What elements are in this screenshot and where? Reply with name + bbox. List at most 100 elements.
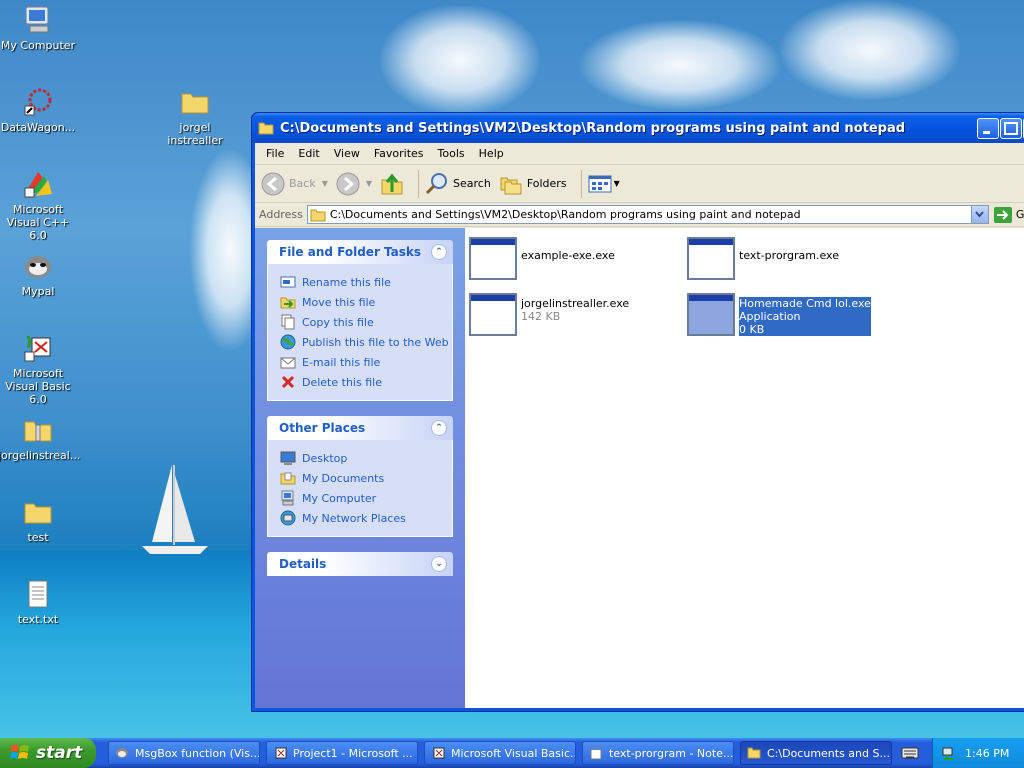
start-label: start (36, 743, 83, 763)
taskbar-button-notepad[interactable]: text-prorgram - Note... (582, 741, 734, 765)
place-label: My Documents (302, 471, 385, 485)
desktop-icon-my-computer[interactable]: My Computer (0, 4, 78, 52)
task-label: Copy this file (302, 315, 374, 329)
place-desktop-link[interactable]: Desktop (280, 448, 452, 468)
email-icon (280, 357, 296, 369)
file-label: jorgelinstrealler.exe 142 KB (521, 293, 629, 323)
menu-help[interactable]: Help (472, 147, 511, 160)
task-label: Delete this file (302, 375, 382, 389)
desktop-icon-visual-cpp[interactable]: Microsoft Visual C++ 6.0 (0, 168, 78, 242)
minimize-icon (983, 131, 990, 134)
delete-icon (281, 375, 295, 389)
delete-file-link[interactable]: Delete this file (280, 372, 452, 392)
back-label: Back (289, 177, 316, 190)
place-network-link[interactable]: My Network Places (280, 508, 452, 528)
zip-folder-icon (24, 421, 52, 442)
file-item-jorgelinstrealler[interactable]: jorgelinstrealler.exe 142 KB (469, 293, 629, 336)
copy-file-link[interactable]: Copy this file (280, 312, 452, 332)
taskbar-button-project1[interactable]: Project1 - Microsoft ... (266, 741, 418, 765)
task-label: Rename this file (302, 275, 391, 289)
move-icon (280, 297, 296, 309)
file-name: text-prorgram.exe (739, 249, 839, 262)
address-dropdown[interactable] (970, 206, 988, 223)
file-folder-tasks-header[interactable]: File and Folder Tasks ⌃ (267, 240, 453, 264)
back-button[interactable]: Back ▼ (261, 172, 328, 196)
chevron-down-icon (975, 211, 984, 218)
task-pane: File and Folder Tasks ⌃ Rename this file… (255, 228, 465, 708)
place-my-documents-link[interactable]: My Documents (280, 468, 452, 488)
taskbar-button-visual-basic[interactable]: Microsoft Visual Basic... (424, 741, 576, 765)
move-file-link[interactable]: Move this file (280, 292, 452, 312)
file-item-homemade-cmd[interactable]: Homemade Cmd lol.exe Application 0 KB (687, 293, 871, 336)
desktop-icon-label: jorgelinstreal... (0, 449, 81, 462)
chevron-down-icon: ▼ (365, 179, 373, 188)
documents-folder-icon (280, 472, 296, 485)
panel-body: Rename this file Move this file Copy thi… (267, 264, 453, 401)
chevron-down-icon: ▼ (321, 179, 328, 188)
email-file-link[interactable]: E-mail this file (280, 352, 452, 372)
start-button[interactable]: start (0, 738, 96, 768)
taskbar-button-label: text-prorgram - Note... (609, 746, 734, 760)
desktop-icon (280, 451, 296, 465)
mypal-icon (116, 748, 128, 758)
panel-title: Details (279, 557, 327, 571)
minimize-button[interactable] (977, 118, 999, 139)
shortcut-icon (24, 88, 52, 116)
desktop-icon-text-txt[interactable]: text.txt (0, 578, 78, 626)
collapse-icon[interactable]: ⌃ (431, 244, 447, 260)
menu-view[interactable]: View (327, 147, 367, 160)
forward-button[interactable]: ▼ (336, 172, 372, 196)
taskbar-button-msgbox[interactable]: MsgBox function (Vis... (108, 741, 260, 765)
desktop-icon-label: jorgel instrealler (167, 121, 223, 147)
desktop-icon-jorgel-folder[interactable]: jorgel instrealler (155, 86, 235, 147)
views-button[interactable]: ▼ (588, 174, 620, 194)
toolbar: Back ▼ ▼ Search Folders ▼ (255, 165, 1024, 203)
menu-tools[interactable]: Tools (431, 147, 472, 160)
place-my-computer-link[interactable]: My Computer (280, 488, 452, 508)
collapse-icon[interactable]: ⌃ (431, 420, 447, 436)
file-size: 142 KB (521, 310, 561, 323)
details-panel: Details ⌄ (267, 552, 453, 576)
menu-favorites[interactable]: Favorites (367, 147, 431, 160)
desktop-icon-visual-basic[interactable]: Microsoft Visual Basic 6.0 (0, 332, 78, 406)
folders-icon (500, 177, 522, 194)
up-folder-button[interactable] (380, 172, 404, 196)
search-button[interactable]: Search (425, 172, 491, 196)
desktop-icon-zip[interactable]: jorgelinstreal... (0, 414, 81, 462)
address-input[interactable]: C:\Documents and Settings\VM2\Desktop\Ra… (306, 205, 989, 224)
back-arrow-icon (261, 172, 285, 195)
clock[interactable]: 1:46 PM (965, 747, 1009, 760)
mypal-icon (25, 256, 51, 278)
address-value: C:\Documents and Settings\VM2\Desktop\Ra… (329, 208, 801, 221)
expand-icon[interactable]: ⌄ (431, 556, 447, 572)
title-bar[interactable]: C:\Documents and Settings\VM2\Desktop\Ra… (252, 113, 1024, 143)
keyboard-icon (901, 747, 919, 759)
desktop-icon-label: Microsoft Visual C++ 6.0 (6, 203, 70, 242)
visual-basic-icon (275, 747, 287, 759)
publish-web-link[interactable]: Publish this file to the Web (280, 332, 452, 352)
file-type: Application (739, 310, 801, 323)
window-title: C:\Documents and Settings\VM2\Desktop\Ra… (280, 120, 906, 136)
desktop-icon-test[interactable]: test (0, 496, 78, 544)
taskbar-button-explorer[interactable]: C:\Documents and S... (740, 741, 892, 765)
computer-icon (281, 490, 294, 506)
maximize-button[interactable] (1000, 118, 1022, 139)
file-label: Homemade Cmd lol.exe Application 0 KB (739, 297, 871, 336)
menu-edit[interactable]: Edit (291, 147, 326, 160)
folders-button[interactable]: Folders (499, 172, 567, 196)
network-tray-icon[interactable] (941, 745, 957, 761)
file-item-text-prorgram[interactable]: text-prorgram.exe (687, 237, 839, 280)
details-header[interactable]: Details ⌄ (267, 552, 453, 576)
go-button[interactable]: G (993, 206, 1024, 224)
keyboard-language-button[interactable] (898, 741, 922, 765)
file-list: example-exe.exe text-prorgram.exe jorgel… (465, 228, 1024, 708)
menu-file[interactable]: File (259, 147, 291, 160)
rename-file-link[interactable]: Rename this file (280, 272, 452, 292)
file-item-example-exe[interactable]: example-exe.exe (469, 237, 615, 280)
go-label: G (1015, 208, 1024, 221)
network-icon (280, 510, 296, 526)
taskbar-button-label: MsgBox function (Vis... (135, 746, 260, 760)
desktop-icon-mypal[interactable]: Mypal (0, 250, 78, 298)
desktop-icon-datawagon[interactable]: DataWagon... (0, 86, 78, 134)
other-places-header[interactable]: Other Places ⌃ (267, 416, 453, 440)
